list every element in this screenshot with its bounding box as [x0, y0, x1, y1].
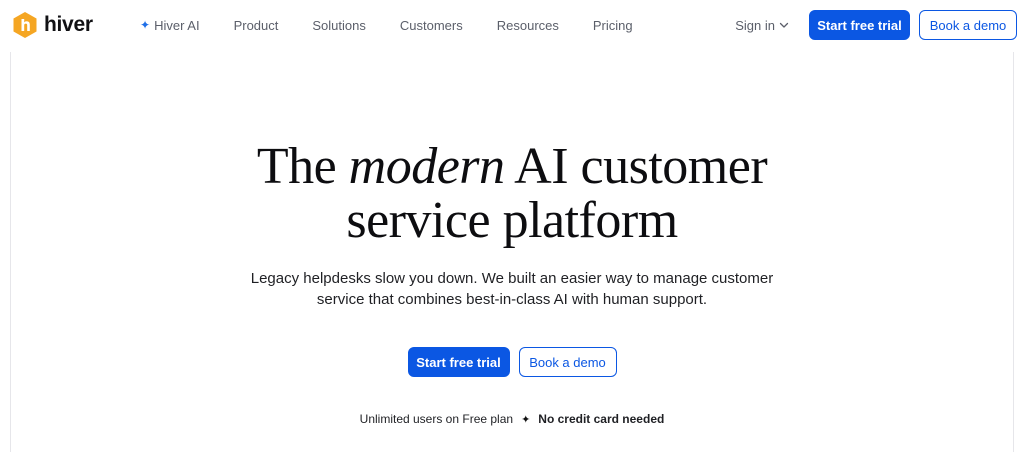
nav-link-resources[interactable]: Resources [497, 18, 559, 33]
hero-cta-group: Start free trial Book a demo [0, 347, 1024, 377]
nav-link-pricing[interactable]: Pricing [593, 18, 633, 33]
headline-line-1: The modern AI customer [256, 138, 768, 195]
hero-start-free-trial-button[interactable]: Start free trial [407, 347, 510, 377]
hero-headline: The modern AI customer service platform [0, 140, 1024, 248]
sparkle-icon: ✦ [140, 18, 151, 32]
hiver-hexagon-logo-icon [13, 12, 37, 38]
nav-link-hiver-ai[interactable]: ✦ Hiver AI [140, 18, 200, 33]
nav-link-product[interactable]: Product [234, 18, 279, 33]
sign-in-label: Sign in [735, 17, 775, 33]
footnote-unlimited-users: Unlimited users on Free plan [359, 412, 514, 426]
sign-in-dropdown[interactable]: Sign in [735, 18, 789, 33]
hero-book-demo-button[interactable]: Book a demo [518, 347, 617, 377]
hero-subtext: Legacy helpdesks slow you down. We built… [250, 270, 774, 308]
hero-section: The modern AI customer service platform … [0, 140, 1024, 427]
nav-link-label: Hiver AI [154, 17, 200, 33]
nav-link-solutions[interactable]: Solutions [312, 18, 365, 33]
top-navigation: hiver ✦ Hiver AI Product Solutions Custo… [0, 0, 1024, 50]
headline-text-after: AI customer [504, 138, 768, 195]
nav-link-customers[interactable]: Customers [400, 18, 463, 33]
chevron-down-icon [779, 22, 789, 28]
footnote-no-credit-card: No credit card needed [538, 412, 665, 426]
nav-actions: Sign in Start free trial Book a demo [735, 10, 1017, 40]
primary-nav: ✦ Hiver AI Product Solutions Customers R… [140, 0, 667, 50]
nav-book-demo-button[interactable]: Book a demo [919, 10, 1017, 40]
brand-logo-link[interactable]: hiver [12, 11, 93, 39]
headline-text-before: The [256, 138, 349, 195]
headline-emphasis: modern [348, 138, 505, 195]
brand-name: hiver [44, 13, 93, 36]
page: hiver ✦ Hiver AI Product Solutions Custo… [0, 0, 1024, 452]
nav-start-free-trial-button[interactable]: Start free trial [809, 10, 910, 40]
headline-line-2: service platform [346, 192, 678, 249]
sparkle-separator-icon: ✦ [521, 413, 531, 426]
hero-footnote: Unlimited users on Free plan ✦ No credit… [0, 412, 1024, 426]
